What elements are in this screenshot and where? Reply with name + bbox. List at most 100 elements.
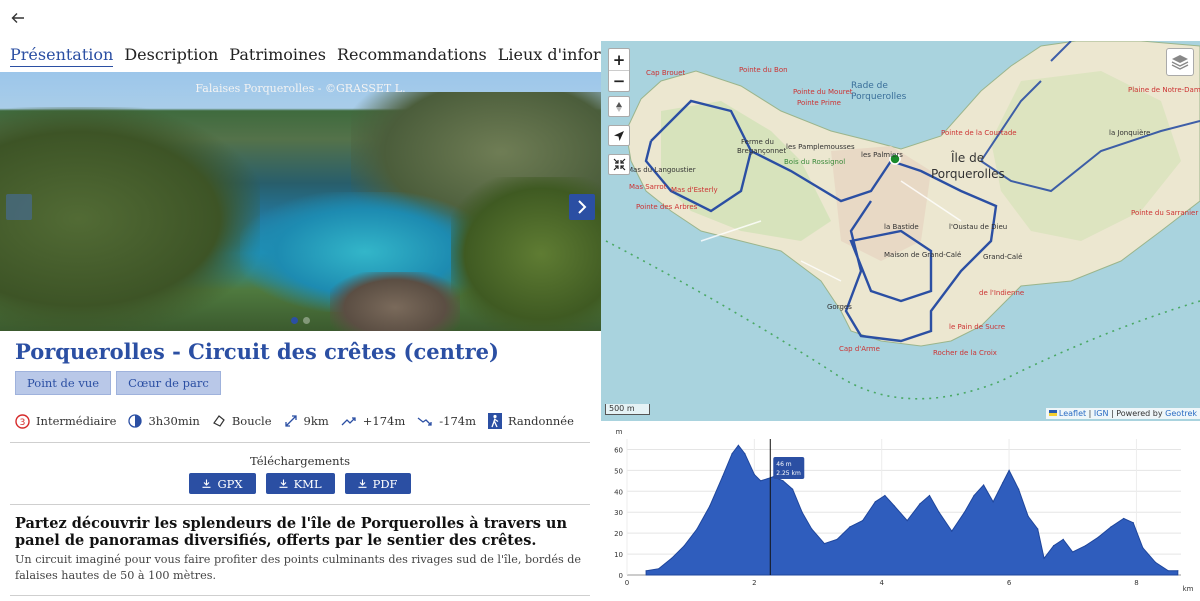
map-scale: 500 m — [605, 404, 650, 415]
layers-icon — [1171, 55, 1189, 70]
elevation-point — [645, 570, 647, 572]
ign-link[interactable]: IGN — [1094, 409, 1109, 418]
tab-presentation[interactable]: Présentation — [10, 45, 114, 67]
map-view[interactable]: Rade de Porquerolles Île de Porquerolles… — [601, 41, 1200, 421]
downloads-title: Téléchargements — [249, 454, 351, 468]
powered-by: Powered by — [1116, 409, 1163, 418]
elevation-point — [884, 494, 886, 497]
tab-description[interactable]: Description — [124, 45, 218, 67]
map-label: Porquerolles — [931, 167, 1005, 181]
map-label: Porquerolles — [851, 92, 907, 102]
map-label: Rade de — [851, 81, 888, 91]
trek-lead: Partez découvrir les splendeurs de l'île… — [15, 515, 568, 549]
badge-point-de-vue[interactable]: Point de vue — [15, 371, 112, 395]
trek-ambiance: Un circuit imaginé pour vous faire profi… — [15, 553, 582, 582]
divider — [10, 504, 590, 505]
locate-button[interactable] — [608, 125, 630, 146]
map-label: Gorges — [827, 303, 852, 311]
carousel-prev-button[interactable] — [6, 194, 32, 220]
x-tick-label: 0 — [625, 579, 629, 587]
carousel-next-button[interactable] — [569, 194, 595, 220]
elevation-point — [1043, 557, 1045, 559]
stat-duration-label: 3h30min — [148, 414, 200, 428]
download-icon — [202, 479, 211, 488]
map-label: les Palmiers — [861, 151, 903, 159]
stat-duration: 3h30min — [128, 414, 200, 428]
elevation-point — [1084, 545, 1087, 547]
elevation-point — [731, 453, 733, 455]
fullscreen-button[interactable] — [608, 154, 630, 175]
elevation-point — [938, 511, 940, 513]
back-arrow-icon[interactable] — [8, 8, 28, 28]
y-tick-label: 60 — [614, 446, 623, 454]
map-label: la Bastide — [884, 223, 919, 231]
download-kml-button[interactable]: KML — [265, 473, 335, 494]
elevation-point — [1177, 570, 1179, 572]
elevation-point — [849, 526, 851, 528]
distance-icon — [284, 415, 297, 427]
elevation-point — [792, 488, 794, 490]
download-gpx-button[interactable]: GPX — [189, 473, 256, 494]
elevation-point — [1132, 522, 1134, 524]
map-label: l'Oustau de Dieu — [949, 223, 1008, 231]
leaflet-link[interactable]: Leaflet — [1059, 409, 1086, 418]
stat-ascent-label: +174m — [362, 414, 406, 428]
map-label: Pointe des Arbres — [636, 203, 698, 211]
map-label: de l'Indienne — [979, 289, 1025, 297]
carousel-dot-1[interactable] — [291, 317, 298, 324]
layers-button[interactable] — [1166, 48, 1194, 76]
reset-north-button[interactable] — [608, 96, 630, 117]
downloads-row: GPX KML PDF — [10, 473, 590, 494]
carousel-dot-2[interactable] — [303, 317, 310, 324]
elevation-point — [983, 484, 985, 486]
map-label: Mas du Langoustier — [627, 166, 696, 174]
loop-icon — [212, 415, 225, 427]
elevation-point — [963, 511, 966, 513]
elevation-point — [671, 557, 673, 559]
y-tick-label: 10 — [614, 551, 623, 559]
page-title: Porquerolles - Circuit des crêtes (centr… — [15, 339, 499, 364]
elevation-point — [782, 480, 784, 482]
zoom-out-button[interactable]: − — [609, 70, 629, 91]
elevation-point — [766, 478, 768, 480]
map-label: Bois du Rossignol — [784, 158, 846, 166]
y-tick-label: 40 — [614, 488, 623, 496]
download-pdf-button[interactable]: PDF — [344, 473, 411, 494]
map-label: la Jonquière — [1109, 129, 1151, 137]
x-tick-label: 2 — [752, 579, 756, 587]
y-tick-label: 50 — [614, 467, 623, 475]
elevation-point — [696, 528, 698, 530]
map-label: Mas d'Esterly — [671, 186, 718, 194]
clock-icon — [128, 414, 143, 428]
badge-coeur-de-parc[interactable]: Cœur de parc — [116, 371, 221, 395]
elevation-point — [721, 476, 724, 478]
elevation-point — [919, 503, 921, 505]
map-attribution: Leaflet | IGN | Powered by Geotrek — [1045, 408, 1200, 419]
x-tick-label: 4 — [879, 579, 884, 587]
elevation-point — [1027, 515, 1029, 517]
tab-patrimoines[interactable]: Patrimoines — [229, 45, 326, 67]
stat-distance: 9km — [284, 414, 329, 428]
stat-difficulty-label: Intermédiaire — [36, 414, 117, 428]
map-label: Grand-Calé — [983, 253, 1023, 261]
elevation-point — [1062, 538, 1064, 540]
chevron-right-icon — [578, 200, 587, 214]
tab-recommandations[interactable]: Recommandations — [337, 45, 487, 67]
map-label: Cap Brouet — [646, 69, 686, 77]
elevation-point — [801, 511, 803, 513]
map-label: les Pamplemousses — [786, 143, 855, 151]
y-axis-label: m — [616, 428, 623, 436]
elevation-point — [893, 505, 895, 507]
location-arrow-icon — [614, 130, 624, 141]
elevation-point — [973, 494, 975, 497]
y-tick-label: 30 — [614, 509, 623, 517]
geotrek-link[interactable]: Geotrek — [1165, 409, 1197, 418]
attrib-flag-icon — [1048, 410, 1057, 416]
map-label: Pointe du Mouret — [793, 88, 853, 96]
zoom-in-button[interactable]: + — [609, 49, 629, 70]
elevation-point — [928, 494, 931, 497]
elevation-chart[interactable]: 0 10 20 30 40 50 60 0 2 4 6 8 m km 46 m 2.25 km — [601, 425, 1200, 601]
elevation-point — [744, 453, 746, 455]
elevation-area — [645, 444, 1179, 576]
stat-route-type: Boucle — [212, 414, 272, 428]
